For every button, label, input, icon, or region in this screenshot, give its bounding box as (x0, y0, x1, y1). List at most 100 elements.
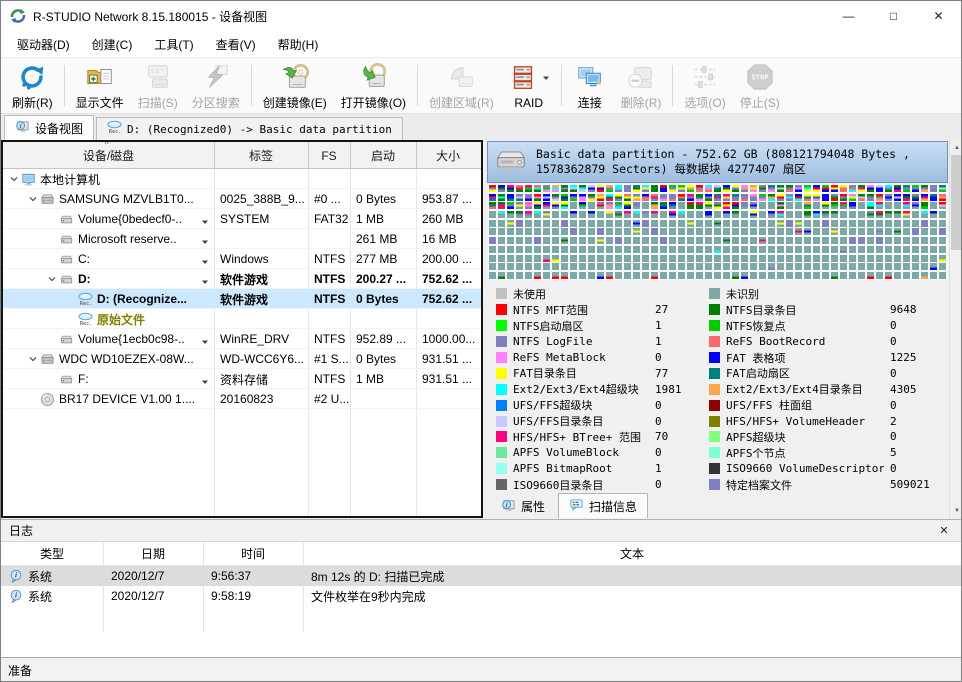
map-block (858, 211, 865, 218)
partition-header[interactable]: Basic data partition - 752.62 GB (808121… (487, 141, 948, 183)
label-cell: 软件游戏 (214, 269, 308, 289)
map-block (885, 246, 892, 253)
map-block (939, 272, 946, 279)
map-block (786, 194, 793, 201)
device-row[interactable]: WDC WD10EZEX-08W...WD-WCC6Y6...#1 S...0 … (3, 349, 481, 369)
device-row[interactable]: D:软件游戏NTFS200.27 ...752.62 ... (3, 269, 481, 289)
legend-item: ISO9660目录条目0 (496, 477, 708, 493)
legend-item: 未使用 (496, 286, 708, 302)
device-row[interactable]: Volume{1ecb0c98-..WinRE_DRVNTFS952.89 ..… (3, 329, 481, 349)
device-tree-panel: 设备/磁盘^标签FS启动大小 本地计算机SAMSUNG MZVLB1T0...0… (1, 140, 483, 518)
map-block (552, 263, 559, 270)
log-column-header[interactable]: 文本 (303, 542, 961, 566)
map-block (696, 194, 703, 201)
column-header[interactable]: 启动 (350, 142, 416, 169)
dropdown-arrow-icon[interactable] (201, 375, 209, 389)
device-row[interactable]: F:资料存储NTFS1 MB931.51 ... (3, 369, 481, 389)
device-row[interactable]: Volume{0bedecf0-..SYSTEMFAT321 MB260 MB (3, 209, 481, 229)
legend-label: APFS BitmapRoot (513, 462, 649, 475)
close-button[interactable]: ✕ (916, 1, 961, 31)
legend-label: NTFS LogFile (513, 335, 649, 348)
dropdown-arrow-icon[interactable] (201, 335, 209, 349)
map-block (876, 202, 883, 209)
log-column-header[interactable]: 类型 (1, 542, 103, 566)
map-block (858, 272, 865, 279)
map-block (741, 237, 748, 244)
scroll-down-icon[interactable]: ▼ (950, 503, 962, 518)
dropdown-arrow-icon[interactable] (201, 275, 209, 289)
tab-recognized-partition[interactable]: Rec.D: (Recognized0) -> Basic data parti… (96, 117, 403, 140)
menu-item[interactable]: 帮助(H) (267, 32, 330, 57)
map-block (579, 228, 586, 235)
log-column-header[interactable]: 日期 (103, 542, 203, 566)
map-block (768, 263, 775, 270)
map-block (786, 237, 793, 244)
dropdown-arrow-icon[interactable] (201, 215, 209, 229)
tab-scan-info[interactable]: 扫描信息 (558, 493, 648, 518)
map-block (813, 220, 820, 227)
map-block (714, 194, 721, 201)
toolbar-button-create-image[interactable]: 创建镜像(E) (256, 58, 334, 113)
map-block (534, 255, 541, 262)
toolbar-button-raid[interactable]: RAID (501, 58, 557, 113)
device-row[interactable]: Rec.D: (Recognize...软件游戏NTFS0 Bytes752.6… (3, 289, 481, 309)
toolbar-button-options: 选项(O) (677, 58, 732, 113)
maximize-button[interactable]: □ (871, 1, 916, 31)
map-block (561, 272, 568, 279)
minimize-button[interactable]: — (826, 1, 871, 31)
vertical-scrollbar[interactable]: ▲ ▼ (949, 140, 962, 518)
device-row[interactable]: BR17 DEVICE V1.00 1....20160823#2 U... (3, 389, 481, 409)
dropdown-arrow-icon[interactable] (542, 74, 550, 82)
toolbar-separator (561, 65, 562, 106)
device-row[interactable]: Microsoft reserve..261 MB16 MB (3, 229, 481, 249)
toolbar-button-show-files[interactable]: 显示文件 (69, 58, 131, 113)
column-header[interactable]: 大小 (416, 142, 480, 169)
menu-item[interactable]: 驱动器(D) (6, 32, 81, 57)
map-block (498, 255, 505, 262)
scrollbar-thumb[interactable] (951, 155, 962, 250)
column-header[interactable]: 标签 (214, 142, 308, 169)
computer-icon (21, 172, 38, 187)
log-row[interactable]: i系统2020/12/79:58:19文件枚举在9秒内完成 (1, 586, 961, 606)
toolbar-button-open-image[interactable]: 打开镜像(O) (334, 58, 413, 113)
create-image-icon (280, 60, 310, 93)
column-header[interactable]: 设备/磁盘^ (3, 142, 214, 169)
scroll-up-icon[interactable]: ▲ (950, 140, 962, 155)
size-cell (416, 309, 480, 329)
partition-icon (59, 332, 76, 347)
map-block (831, 194, 838, 201)
map-block (588, 237, 595, 244)
map-block (921, 272, 928, 279)
dropdown-arrow-icon[interactable] (201, 235, 209, 249)
map-block (516, 185, 523, 192)
legend-label: APFS超级块 (726, 429, 884, 445)
device-row[interactable]: C:WindowsNTFS277 MB200.00 ... (3, 249, 481, 269)
chevron-down-icon[interactable] (26, 194, 40, 204)
map-block (903, 220, 910, 227)
tab-device-view[interactable]: i设备视图 (4, 115, 94, 140)
dropdown-arrow-icon[interactable] (201, 255, 209, 269)
toolbar-button-refresh[interactable]: 刷新(R) (5, 58, 60, 113)
chevron-down-icon[interactable] (45, 274, 59, 284)
device-row[interactable]: Rec.原始文件 (3, 309, 481, 329)
device-name-cell: BR17 DEVICE V1.00 1.... (3, 389, 214, 409)
legend-item: ReFS BootRecord0 (709, 334, 947, 350)
log-row[interactable]: i系统2020/12/79:56:378m 12s 的 D: 扫描已完成 (1, 566, 961, 586)
device-row[interactable]: SAMSUNG MZVLB1T0...0025_388B_9...#0 ...0… (3, 189, 481, 209)
menu-item[interactable]: 创建(C) (81, 32, 144, 57)
map-block (597, 272, 604, 279)
chevron-down-icon[interactable] (7, 174, 21, 184)
menu-item[interactable]: 查看(V) (205, 32, 267, 57)
column-header[interactable]: FS (308, 142, 350, 169)
map-block (507, 237, 514, 244)
log-column-header[interactable]: 时间 (203, 542, 303, 566)
map-block (840, 228, 847, 235)
device-row[interactable]: 本地计算机 (3, 169, 481, 189)
chevron-down-icon[interactable] (26, 354, 40, 364)
block-map[interactable] (488, 184, 948, 280)
menu-item[interactable]: 工具(T) (143, 32, 204, 57)
toolbar-button-connect[interactable]: 连接 (566, 58, 614, 113)
device-name-cell: Volume{0bedecf0-.. (3, 209, 214, 229)
tab-properties[interactable]: i属性 (491, 495, 555, 518)
log-close-icon[interactable]: ✕ (935, 524, 953, 537)
